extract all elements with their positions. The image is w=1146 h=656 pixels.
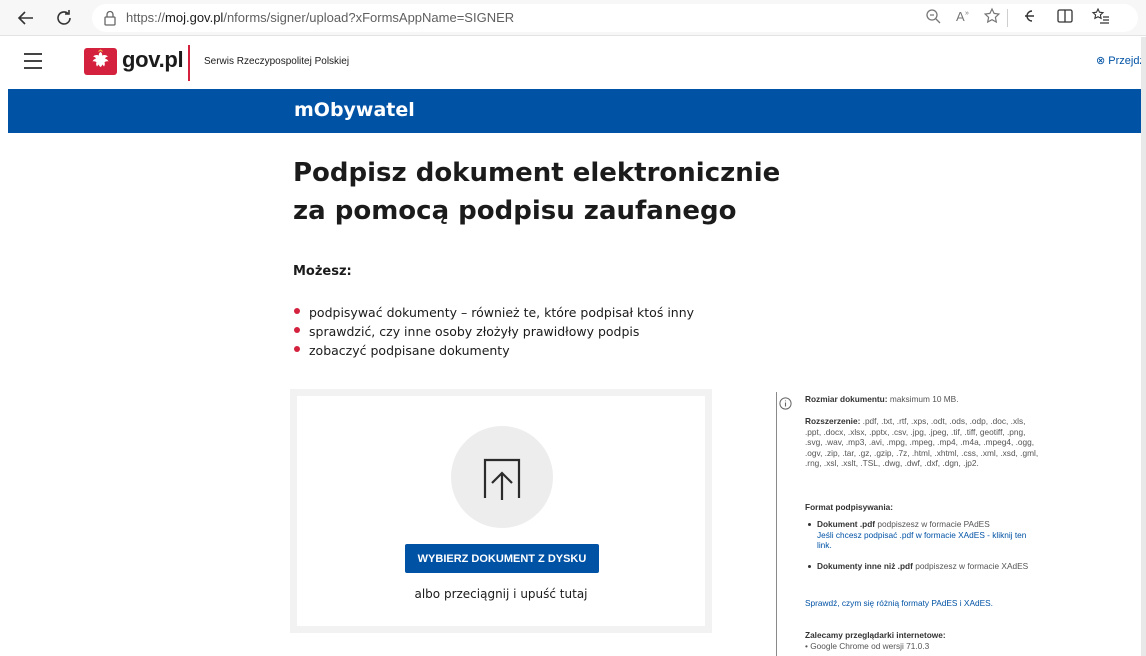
list-item: Dokumenty inne niż .pdf podpiszesz w for… bbox=[805, 561, 1041, 572]
size-value: maksimum 10 MB. bbox=[889, 394, 959, 404]
url-prefix: https:// bbox=[126, 10, 166, 25]
info-icon bbox=[779, 395, 792, 410]
favorite-icon[interactable] bbox=[981, 5, 1003, 27]
toolbar-divider bbox=[1007, 9, 1008, 27]
skip-link[interactable]: ⊗ Przejdź bbox=[1096, 54, 1145, 67]
upload-icon bbox=[451, 426, 553, 528]
svg-text:»: » bbox=[965, 10, 969, 17]
choose-file-button[interactable]: WYBIERZ DOKUMENT Z DYSKU bbox=[405, 544, 599, 573]
page-title-line-1: Podpisz dokument elektronicznie bbox=[293, 158, 781, 188]
gov-logo-text[interactable]: gov.pl bbox=[122, 47, 184, 73]
format-pdf-text: podpiszesz w formacie PAdES bbox=[877, 519, 990, 529]
url-path: /nforms/signer/upload?xFormsAppName=SIGN… bbox=[223, 10, 515, 25]
read-aloud-icon[interactable]: A» bbox=[952, 5, 974, 27]
list-item: Dokument .pdf podpiszesz w formacie PAdE… bbox=[805, 519, 1041, 551]
back-icon[interactable] bbox=[14, 6, 38, 30]
url-text: https://moj.gov.pl/nforms/signer/upload?… bbox=[126, 10, 514, 25]
svg-text:A: A bbox=[956, 9, 965, 24]
format-other-label: Dokumenty inne niż .pdf bbox=[817, 560, 913, 571]
url-host: moj.gov.pl bbox=[165, 10, 224, 25]
header-divider bbox=[188, 45, 190, 81]
compare-formats-link[interactable]: Sprawdź, czym się różnią formaty PAdES i… bbox=[805, 598, 1041, 609]
browsers-heading: Zalecamy przeglądarki internetowe: bbox=[805, 630, 946, 640]
drop-hint: albo przeciągnij i upuść tutaj bbox=[414, 587, 588, 601]
may-heading: Możesz: bbox=[293, 264, 352, 279]
browser-toolbar: https://moj.gov.pl/nforms/signer/upload?… bbox=[0, 0, 1146, 36]
list-item: zobaczyć podpisane dokumenty bbox=[293, 341, 694, 360]
capabilities-list: podpisywać dokumenty – również te, które… bbox=[293, 303, 694, 360]
page-title-line-2: za pomocą podpisu zaufanego bbox=[293, 196, 737, 226]
emblem-icon[interactable] bbox=[84, 48, 117, 75]
site-header: gov.pl Serwis Rzeczypospolitej Polskiej … bbox=[8, 37, 1146, 89]
extension-label: Rozszerzenie: bbox=[805, 416, 861, 426]
zoom-icon[interactable] bbox=[922, 5, 944, 27]
xades-pdf-link[interactable]: Jeśli chcesz podpisać .pdf w formacie XA… bbox=[817, 530, 1026, 551]
page-title: Podpisz dokument elektronicznie za pomoc… bbox=[293, 154, 853, 230]
split-screen-icon[interactable] bbox=[1054, 5, 1076, 27]
format-heading: Format podpisywania: bbox=[805, 502, 894, 512]
format-other-text: podpiszesz w formacie XAdES bbox=[915, 560, 1029, 571]
list-item: sprawdzić, czy inne osoby złożyły prawid… bbox=[293, 322, 694, 341]
upload-dropzone[interactable]: WYBIERZ DOKUMENT Z DYSKU albo przeciągni… bbox=[290, 389, 712, 633]
banner-title: mObywatel bbox=[294, 99, 415, 121]
browser-item: • Google Chrome od wersji 71.0.3 bbox=[805, 641, 930, 651]
format-pdf-label: Dokument .pdf bbox=[817, 519, 876, 529]
service-label: Serwis Rzeczypospolitej Polskiej bbox=[204, 56, 350, 67]
size-label: Rozmiar dokumentu: bbox=[805, 394, 888, 404]
extension-info: Rozszerzenie: .pdf, .txt, .rtf, .xps, .o… bbox=[805, 416, 1041, 469]
favorites-list-icon[interactable] bbox=[1090, 5, 1112, 27]
reload-icon[interactable] bbox=[52, 6, 76, 30]
extensions-icon[interactable] bbox=[1018, 5, 1040, 27]
size-info: Rozmiar dokumentu: maksimum 10 MB. bbox=[805, 394, 1041, 405]
format-list: Dokument .pdf podpiszesz w formacie PAdE… bbox=[805, 519, 1041, 571]
list-item: podpisywać dokumenty – również te, które… bbox=[293, 303, 694, 322]
upload-panel[interactable]: WYBIERZ DOKUMENT Z DYSKU albo przeciągni… bbox=[297, 396, 705, 626]
service-banner: mObywatel bbox=[8, 89, 1146, 133]
menu-icon[interactable] bbox=[24, 53, 42, 69]
lock-icon[interactable] bbox=[102, 9, 118, 27]
scrollbar[interactable] bbox=[1141, 37, 1146, 656]
